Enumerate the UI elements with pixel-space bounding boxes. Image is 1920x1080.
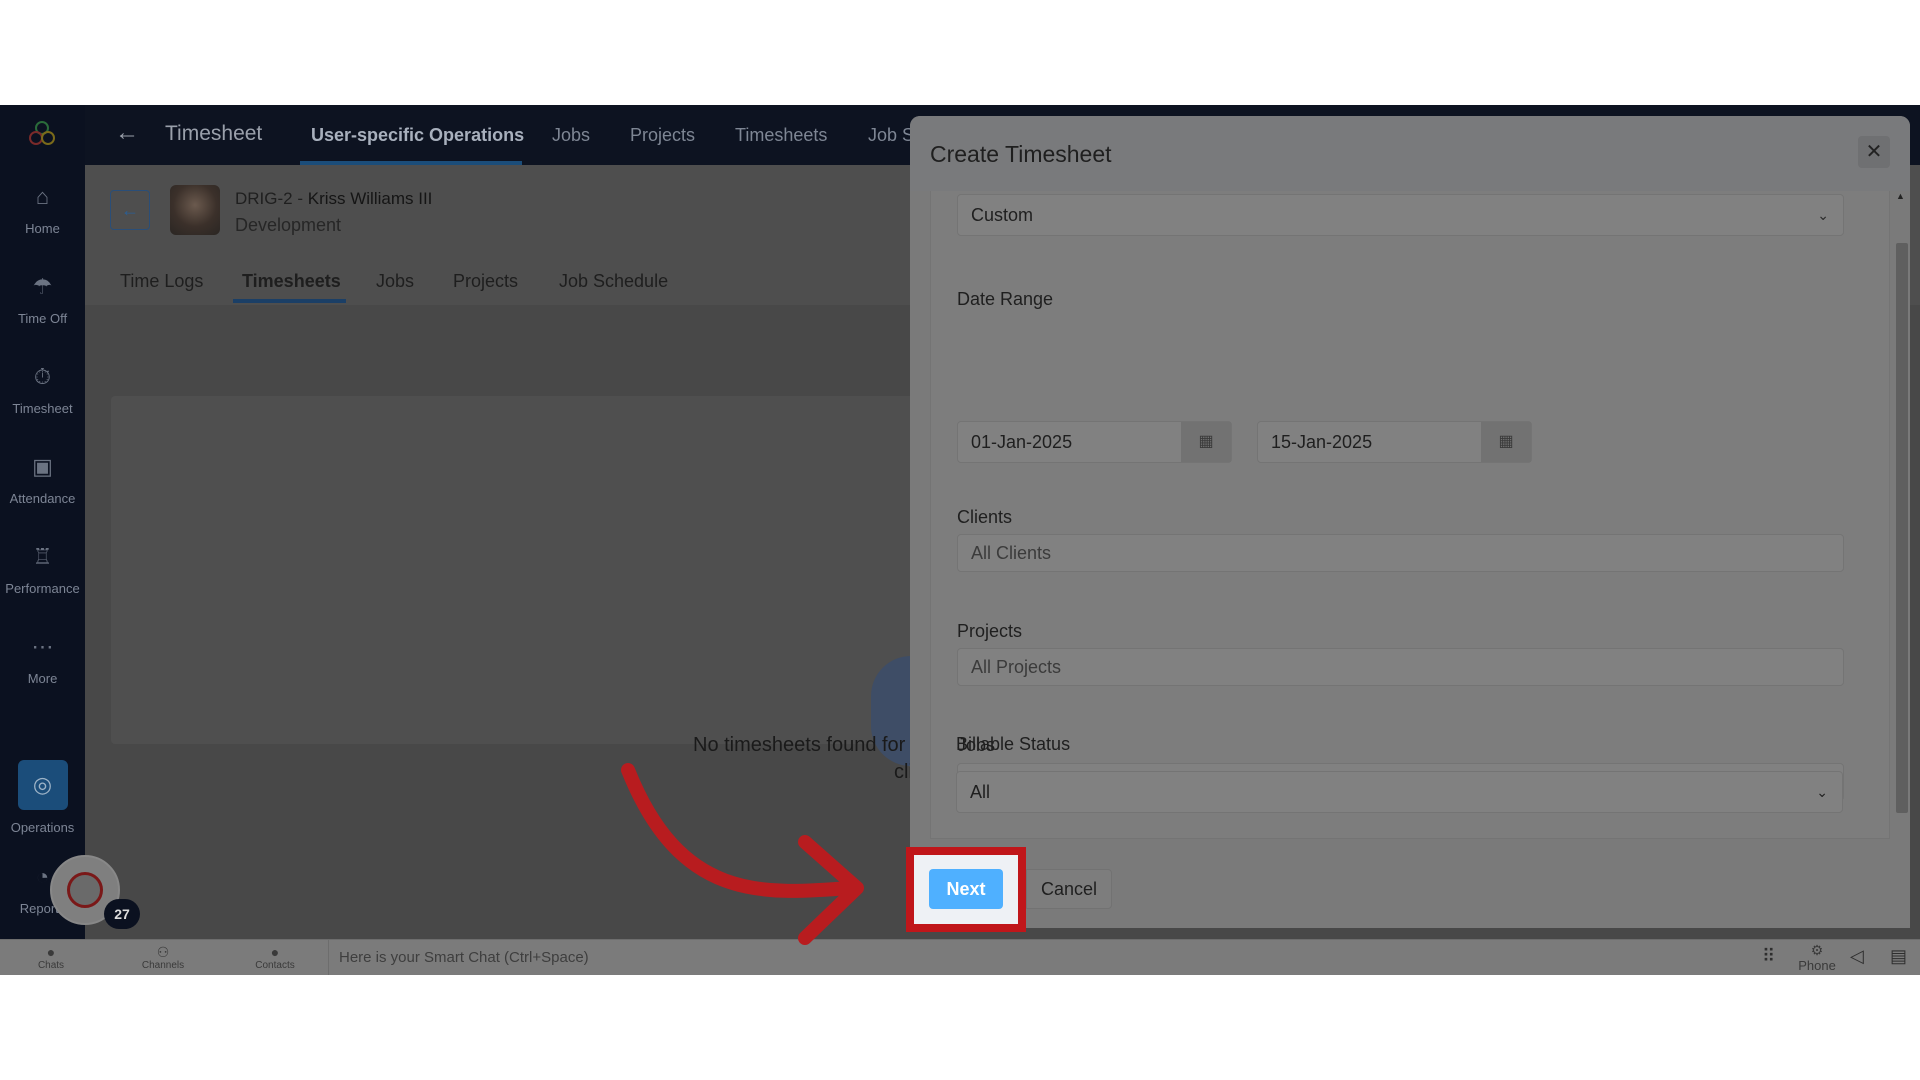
arrow-shaft [621, 763, 857, 898]
annotation-arrow [621, 763, 864, 945]
